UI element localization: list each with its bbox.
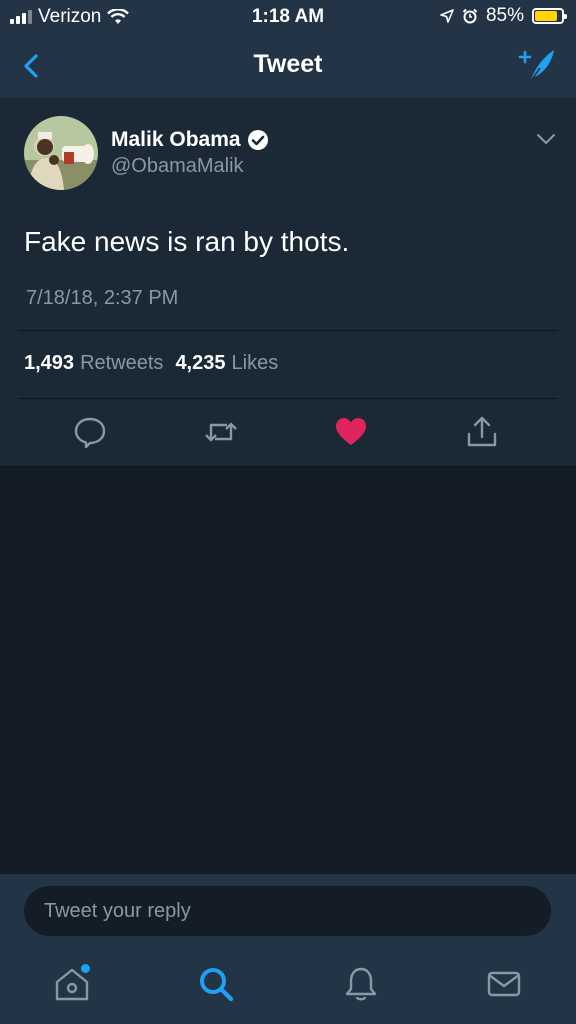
tweet-text: Fake news is ran by thots.	[24, 226, 350, 257]
carrier-group: Verizon	[10, 6, 130, 28]
page-title: Tweet	[253, 50, 323, 78]
like-icon[interactable]	[333, 414, 369, 450]
likes-count[interactable]: 4,235	[175, 352, 225, 375]
likes-label[interactable]: Likes	[232, 352, 279, 375]
divider	[18, 398, 558, 399]
reply-input[interactable]: Tweet your reply	[24, 886, 551, 936]
tab-home[interactable]	[52, 964, 92, 1004]
author-name-row: Malik Obama	[111, 128, 269, 152]
tab-messages[interactable]	[484, 964, 524, 1004]
status-bar: Verizon 1:18 AM 85%	[0, 0, 576, 34]
location-icon	[440, 9, 454, 23]
engagement-counts: 1,493 Retweets 4,235 Likes	[24, 352, 278, 375]
tab-notifications[interactable]	[341, 964, 381, 1004]
status-right: 85%	[440, 5, 567, 27]
retweets-label[interactable]: Retweets	[80, 352, 163, 375]
notifications-icon	[345, 967, 377, 1001]
battery-fill	[535, 11, 558, 21]
battery-percent: 85%	[485, 5, 524, 26]
carrier-label: Verizon	[38, 6, 102, 27]
signal-icon	[10, 10, 32, 24]
divider	[18, 330, 558, 331]
compose-tweet-icon[interactable]	[516, 46, 558, 86]
author-handle[interactable]: @ObamaMalik	[111, 155, 244, 178]
messages-icon	[487, 971, 521, 997]
battery-icon	[532, 8, 567, 24]
tweet-detail: Malik Obama @ObamaMalik Fake news is ran…	[0, 98, 576, 467]
top-bar: Verizon 1:18 AM 85% Tweet	[0, 0, 576, 98]
author-name[interactable]: Malik Obama	[111, 128, 241, 152]
bottom-bar: Tweet your reply	[0, 874, 576, 1024]
nav-bar: Tweet	[0, 34, 576, 98]
retweets-count[interactable]: 1,493	[24, 352, 74, 375]
share-icon[interactable]	[464, 414, 500, 450]
alarm-icon	[462, 8, 478, 24]
chevron-down-icon[interactable]	[536, 132, 556, 146]
search-icon	[200, 968, 234, 1002]
tweet-actions	[0, 414, 576, 454]
tweet-timestamp: 7/18/18, 2:37 PM	[26, 287, 179, 309]
retweet-icon[interactable]	[203, 414, 239, 450]
verified-badge-icon	[247, 130, 268, 150]
notification-dot	[81, 964, 90, 973]
reply-icon[interactable]	[72, 414, 108, 450]
avatar[interactable]	[24, 116, 98, 190]
wifi-icon	[107, 9, 130, 24]
tab-search[interactable]	[196, 964, 236, 1004]
